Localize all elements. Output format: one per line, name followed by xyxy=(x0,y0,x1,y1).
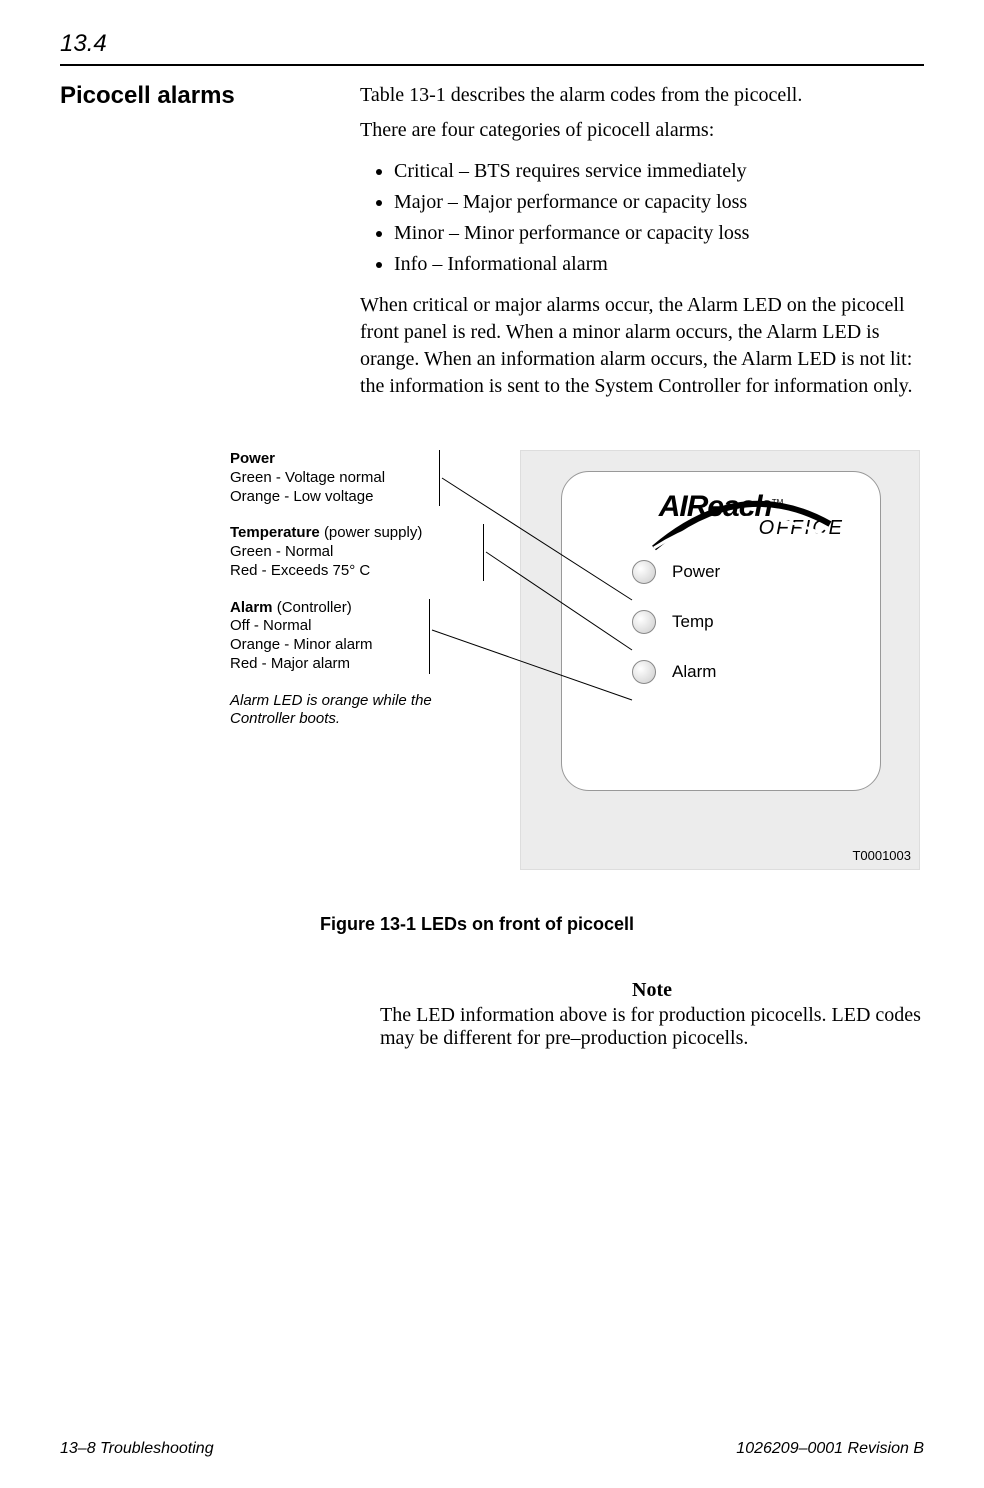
led-row-alarm: Alarm xyxy=(632,660,880,684)
callout-title: Alarm xyxy=(230,599,273,616)
led-label: Alarm xyxy=(672,662,716,682)
callout-line: Off - Normal xyxy=(230,617,311,634)
note-label: Note xyxy=(442,979,862,1002)
page-footer: 13–8 Troubleshooting 1026209–0001 Revisi… xyxy=(60,1440,924,1458)
led-row-power: Power xyxy=(632,560,880,584)
callout-line: Orange - Low voltage xyxy=(230,488,373,505)
horizontal-rule xyxy=(60,64,924,66)
callout-line: Orange - Minor alarm xyxy=(230,636,373,653)
right-column: Table 13-1 describes the alarm codes fro… xyxy=(360,82,924,420)
callout-paren: (Controller) xyxy=(277,599,352,616)
note-block: Note The LED information above is for pr… xyxy=(380,979,924,1050)
callout-line: Green - Normal xyxy=(230,543,333,560)
list-item: Info – Informational alarm xyxy=(394,251,924,278)
alarm-category-list: Critical – BTS requires service immediat… xyxy=(394,158,924,278)
section-heading: Picocell alarms xyxy=(60,82,360,110)
brand-top-text: AIReach xyxy=(659,490,772,523)
list-item: Critical – BTS requires service immediat… xyxy=(394,158,924,185)
led-alarm-icon xyxy=(632,660,656,684)
led-row-temp: Temp xyxy=(632,610,880,634)
callout-title: Power xyxy=(230,450,275,467)
figure-block: Power Green - Voltage normal Orange - Lo… xyxy=(230,450,930,900)
led-label: Temp xyxy=(672,612,714,632)
callout-column: Power Green - Voltage normal Orange - Lo… xyxy=(230,450,500,729)
callout-temp: Temperature (power supply) Green - Norma… xyxy=(230,524,484,580)
content-area: Picocell alarms Table 13-1 describes the… xyxy=(60,82,924,420)
intro-paragraph-2: There are four categories of picocell al… xyxy=(360,117,924,144)
callout-paren: (power supply) xyxy=(324,524,422,541)
led-power-icon xyxy=(632,560,656,584)
when-paragraph: When critical or major alarms occur, the… xyxy=(360,292,924,400)
footer-left: 13–8 Troubleshooting xyxy=(60,1440,214,1458)
left-column: Picocell alarms xyxy=(60,82,360,110)
callout-line: Red - Exceeds 75° C xyxy=(230,562,370,579)
device-area: AIReachTM OFFICE Power Temp Alarm T0 xyxy=(520,450,920,870)
callout-power: Power Green - Voltage normal Orange - Lo… xyxy=(230,450,440,506)
section-number: 13.4 xyxy=(60,30,924,64)
led-list: Power Temp Alarm xyxy=(632,560,880,684)
callout-line: Red - Major alarm xyxy=(230,655,350,672)
device-panel: AIReachTM OFFICE Power Temp Alarm xyxy=(561,471,881,791)
boot-note: Alarm LED is orange while the Controller… xyxy=(230,692,500,730)
note-text: The LED information above is for product… xyxy=(380,1004,924,1050)
led-temp-icon xyxy=(632,610,656,634)
list-item: Major – Major performance or capacity lo… xyxy=(394,189,924,216)
led-label: Power xyxy=(672,562,720,582)
callout-line: Green - Voltage normal xyxy=(230,469,385,486)
callout-alarm: Alarm (Controller) Off - Normal Orange -… xyxy=(230,599,430,674)
brand-tm: TM xyxy=(772,498,784,507)
intro-paragraph-1: Table 13-1 describes the alarm codes fro… xyxy=(360,82,924,109)
callout-title: Temperature xyxy=(230,524,320,541)
footer-right: 1026209–0001 Revision B xyxy=(736,1440,924,1458)
figure-caption: Figure 13-1 LEDs on front of picocell xyxy=(320,914,924,935)
brand-logo: AIReachTM OFFICE xyxy=(562,496,880,540)
figure-number: T0001003 xyxy=(852,848,911,863)
list-item: Minor – Minor performance or capacity lo… xyxy=(394,220,924,247)
